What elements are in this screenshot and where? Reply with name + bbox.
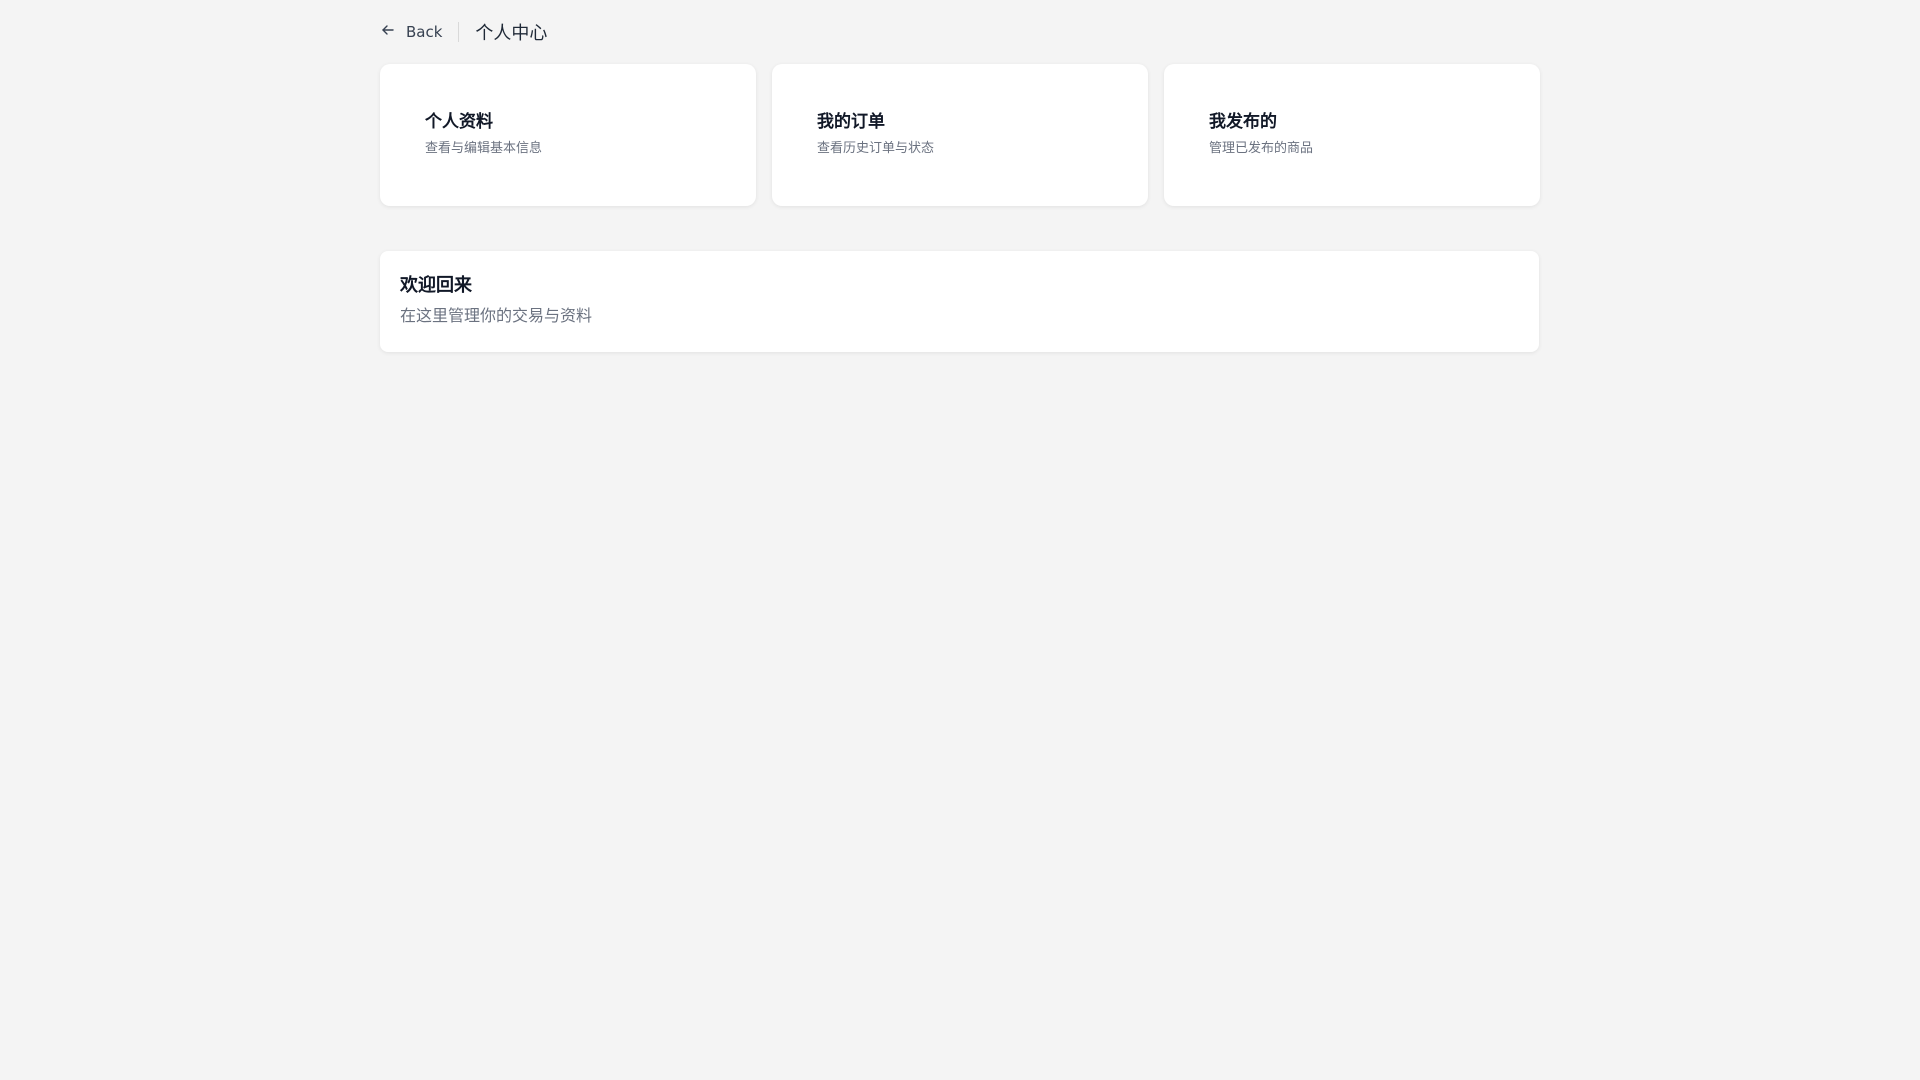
card-title: 我的订单 <box>817 112 885 132</box>
welcome-title: 欢迎回来 <box>400 275 472 296</box>
card-orders[interactable]: 我的订单 查看历史订单与状态 <box>772 64 1148 206</box>
back-button[interactable]: Back <box>380 22 460 42</box>
card-profile[interactable]: 个人资料 查看与编辑基本信息 <box>380 64 756 206</box>
card-published[interactable]: 我发布的 管理已发布的商品 <box>1164 64 1540 206</box>
arrow-left-icon <box>380 22 396 42</box>
menu-cards: 个人资料 查看与编辑基本信息 我的订单 查看历史订单与状态 我发布的 管理已发布… <box>380 64 1540 206</box>
page-title: 个人中心 <box>475 23 548 44</box>
welcome-subtitle: 在这里管理你的交易与资料 <box>400 306 593 325</box>
card-description: 查看历史订单与状态 <box>817 141 935 156</box>
page-header: Back 个人中心 <box>380 0 1540 64</box>
card-description: 查看与编辑基本信息 <box>425 141 543 156</box>
welcome-panel: 欢迎回来 在这里管理你的交易与资料 <box>380 251 1539 352</box>
card-title: 我发布的 <box>1209 112 1277 132</box>
back-label: Back <box>406 23 443 41</box>
card-description: 管理已发布的商品 <box>1209 141 1314 156</box>
card-title: 个人资料 <box>425 112 493 132</box>
page-container: Back 个人中心 个人资料 查看与编辑基本信息 我的订单 查看历史订单与状态 … <box>380 0 1540 352</box>
